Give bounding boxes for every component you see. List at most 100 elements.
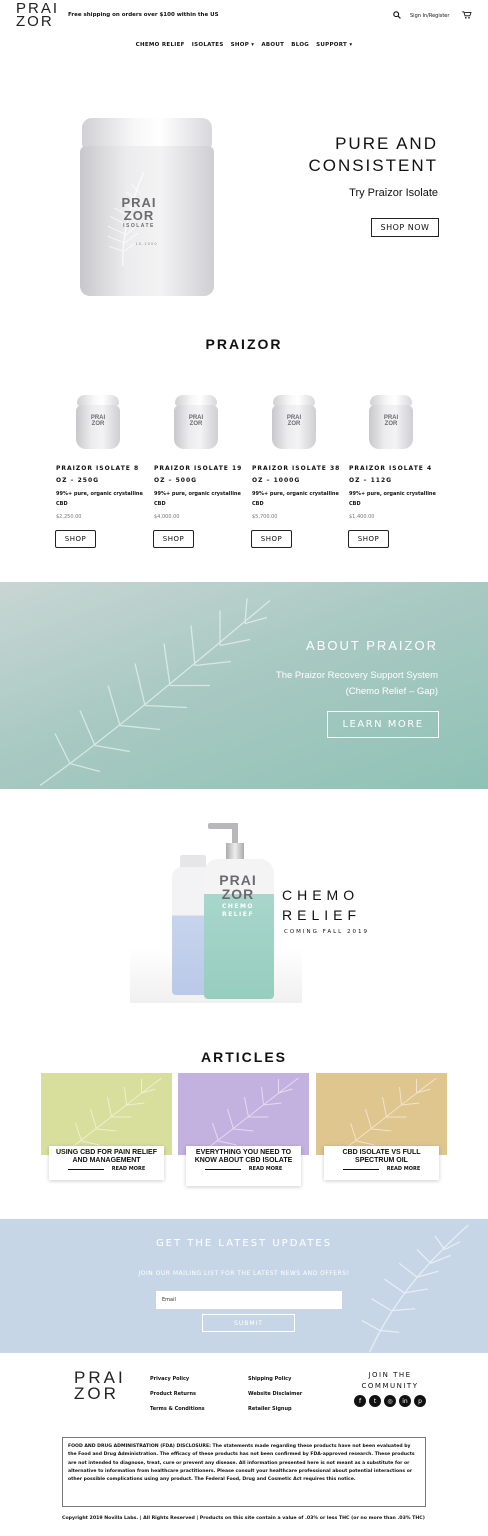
read-more-link[interactable]: READ MORE (112, 1166, 146, 1172)
hero-title-line2: CONSISTENT (308, 156, 438, 175)
product-desc-line1: 99%+ pure, organic crystalline (252, 491, 339, 497)
article-title[interactable]: CBD ISOLATE VS FULL SPECTRUM OIL (324, 1146, 439, 1165)
linkedin-icon[interactable]: in (399, 1395, 411, 1407)
footer-link-shipping[interactable]: Shipping Policy (248, 1376, 291, 1382)
footer-link-retailer[interactable]: Retailer Signup (248, 1406, 292, 1412)
product-desc-line2: CBD (154, 501, 166, 507)
footer-link-returns[interactable]: Product Returns (150, 1391, 196, 1397)
submit-button[interactable]: SUBMIT (202, 1314, 295, 1332)
product-price: $4,000.00 (154, 514, 180, 520)
product-card: PRAI ZOR PRAIZOR ISOLATE 19 OZ – 500G 99%+ p… (153, 395, 244, 555)
learn-more-button[interactable]: LEARN MORE (327, 711, 439, 738)
bottle-brand-line2: ZOR (221, 886, 255, 902)
product-name-line1[interactable]: PRAIZOR ISOLATE 4 (349, 463, 445, 475)
jar-small-text: 1 0 . 1 0 0 0 (135, 242, 157, 246)
footer-logo-line2: ZOR (74, 1384, 119, 1403)
article-title[interactable]: USING CBD FOR PAIN RELIEF AND MANAGEMENT (49, 1146, 164, 1165)
about-title: ABOUT PRAIZOR (306, 638, 438, 653)
sign-in-link[interactable]: Sign In/Register (410, 13, 449, 19)
product-name-line1[interactable]: PRAIZOR ISOLATE 19 (154, 463, 250, 475)
product-image[interactable]: PRAI ZOR (174, 395, 218, 449)
article-image[interactable] (316, 1073, 447, 1155)
product-name-line1[interactable]: PRAIZOR ISOLATE 8 (56, 463, 152, 475)
product-shop-button[interactable]: SHOP (55, 530, 96, 548)
article-underline (204, 1168, 241, 1170)
product-image[interactable]: PRAI ZOR (369, 395, 413, 449)
bottle-label-line1: CHEMO (221, 903, 255, 910)
nav-chemo-relief[interactable]: CHEMO RELIEF (136, 42, 185, 48)
product-shop-button[interactable]: SHOP (251, 530, 292, 548)
cart-icon[interactable] (462, 11, 472, 19)
facebook-icon[interactable]: f (354, 1395, 366, 1407)
nav-blog[interactable]: BLOG (291, 42, 309, 48)
chemo-relief-title: CHEMO RELIEF (282, 885, 361, 925)
article-image[interactable] (41, 1073, 172, 1155)
instagram-icon[interactable]: ◎ (384, 1395, 396, 1407)
product-name-line2[interactable]: OZ – 112G (349, 475, 445, 487)
fda-disclaimer: FOOD AND DRUG ADMINISTRATION (FDA) DISCL… (62, 1437, 426, 1507)
search-icon[interactable] (393, 11, 401, 19)
jar-brand-line3: ISOLATE (123, 223, 155, 229)
pinterest-icon[interactable]: p (414, 1395, 426, 1407)
jar-body: PRAI ZOR ISOLATE 1 0 . 1 0 0 0 (80, 146, 214, 296)
email-input[interactable]: Email (156, 1291, 342, 1309)
social-icons: f t ◎ in p (354, 1395, 426, 1407)
newsletter-subtitle: JOIN OUR MAILING LIST FOR THE LATEST NEW… (138, 1270, 350, 1277)
copyright: Copyright 2019 Novilla Labs. | All Right… (62, 1516, 425, 1521)
hero-subtitle: Try Praizor Isolate (349, 187, 438, 199)
hero-jar-image: PRAI ZOR ISOLATE 1 0 . 1 0 0 0 (80, 118, 214, 300)
about-subtitle: The Praizor Recovery Support System (Che… (276, 668, 438, 700)
nav-support[interactable]: SUPPORT ▾ (316, 42, 352, 48)
nav-isolates[interactable]: ISOLATES (192, 42, 224, 48)
hero-title: PURE AND CONSISTENT (308, 133, 438, 177)
article-underline (67, 1168, 104, 1170)
article-card[interactable]: EVERYTHING YOU NEED TO KNOW ABOUT CBD IS… (186, 1146, 301, 1186)
logo-line-2: ZOR (16, 13, 54, 30)
product-image[interactable]: PRAI ZOR (76, 395, 120, 449)
nav-shop[interactable]: SHOP ▾ (231, 42, 255, 48)
product-card: PRAI ZOR PRAIZOR ISOLATE 8 OZ – 250G 99%+ pu… (55, 395, 146, 555)
site-logo[interactable]: PRAI ZOR (16, 1, 60, 30)
product-name-line2[interactable]: OZ – 250G (56, 475, 152, 487)
footer-link-terms[interactable]: Terms & Conditions (150, 1406, 205, 1412)
article-card[interactable]: CBD ISOLATE VS FULL SPECTRUM OIL READ MOR… (324, 1146, 439, 1180)
product-price: $5,700.00 (252, 514, 278, 520)
products-section-title: PRAIZOR (205, 336, 283, 352)
newsletter-title: GET THE LATEST UPDATES (155, 1238, 333, 1249)
read-more-link[interactable]: READ MORE (387, 1166, 421, 1172)
product-desc-line2: CBD (252, 501, 264, 507)
jar-brand-line2: ZOR (123, 208, 155, 223)
articles-title: ARTICLES (201, 1049, 287, 1065)
product-desc-line1: 99%+ pure, organic crystalline (154, 491, 241, 497)
product-name-line2[interactable]: OZ – 1000G (252, 475, 348, 487)
fern-icon (336, 1077, 437, 1155)
twitter-icon[interactable]: t (369, 1395, 381, 1407)
product-shop-button[interactable]: SHOP (348, 530, 389, 548)
about-subtitle-line2: (Chemo Relief – Gap) (345, 686, 438, 697)
fern-icon (39, 598, 271, 787)
product-name-line2[interactable]: OZ – 500G (154, 475, 250, 487)
product-price: $2,250.00 (56, 514, 82, 520)
article-image[interactable] (178, 1073, 309, 1155)
product-card: PRAI ZOR PRAIZOR ISOLATE 4 OZ – 112G 99%+ pu… (348, 395, 439, 555)
shop-now-button[interactable]: SHOP NOW (371, 218, 439, 237)
chemo-title-line2: RELIEF (282, 907, 362, 923)
footer-link-privacy[interactable]: Privacy Policy (150, 1376, 189, 1382)
main-nav: CHEMO RELIEF ISOLATES SHOP ▾ ABOUT BLOG … (0, 42, 488, 48)
product-image[interactable]: PRAI ZOR (272, 395, 316, 449)
chemo-relief-subtitle: COMING FALL 2019 (284, 929, 369, 935)
bottle-label-line2: RELIEF (222, 911, 254, 918)
read-more-link[interactable]: READ MORE (249, 1166, 283, 1172)
article-title[interactable]: EVERYTHING YOU NEED TO KNOW ABOUT CBD IS… (186, 1146, 301, 1165)
front-bottle: PRAI ZOR CHEMO RELIEF (204, 823, 274, 999)
shipping-message: Free shipping on orders over $100 within… (68, 12, 219, 18)
product-shop-button[interactable]: SHOP (153, 530, 194, 548)
nav-about[interactable]: ABOUT (261, 42, 284, 48)
footer-logo[interactable]: PRAI ZOR (74, 1369, 126, 1403)
product-price: $1,400.00 (349, 514, 375, 520)
article-card[interactable]: USING CBD FOR PAIN RELIEF AND MANAGEMENT… (49, 1146, 164, 1180)
footer-link-disclaimer[interactable]: Website Disclaimer (248, 1391, 302, 1397)
product-desc-line1: 99%+ pure, organic crystalline (349, 491, 436, 497)
join-line1: JOIN THE (368, 1371, 412, 1379)
product-name-line1[interactable]: PRAIZOR ISOLATE 38 (252, 463, 348, 475)
